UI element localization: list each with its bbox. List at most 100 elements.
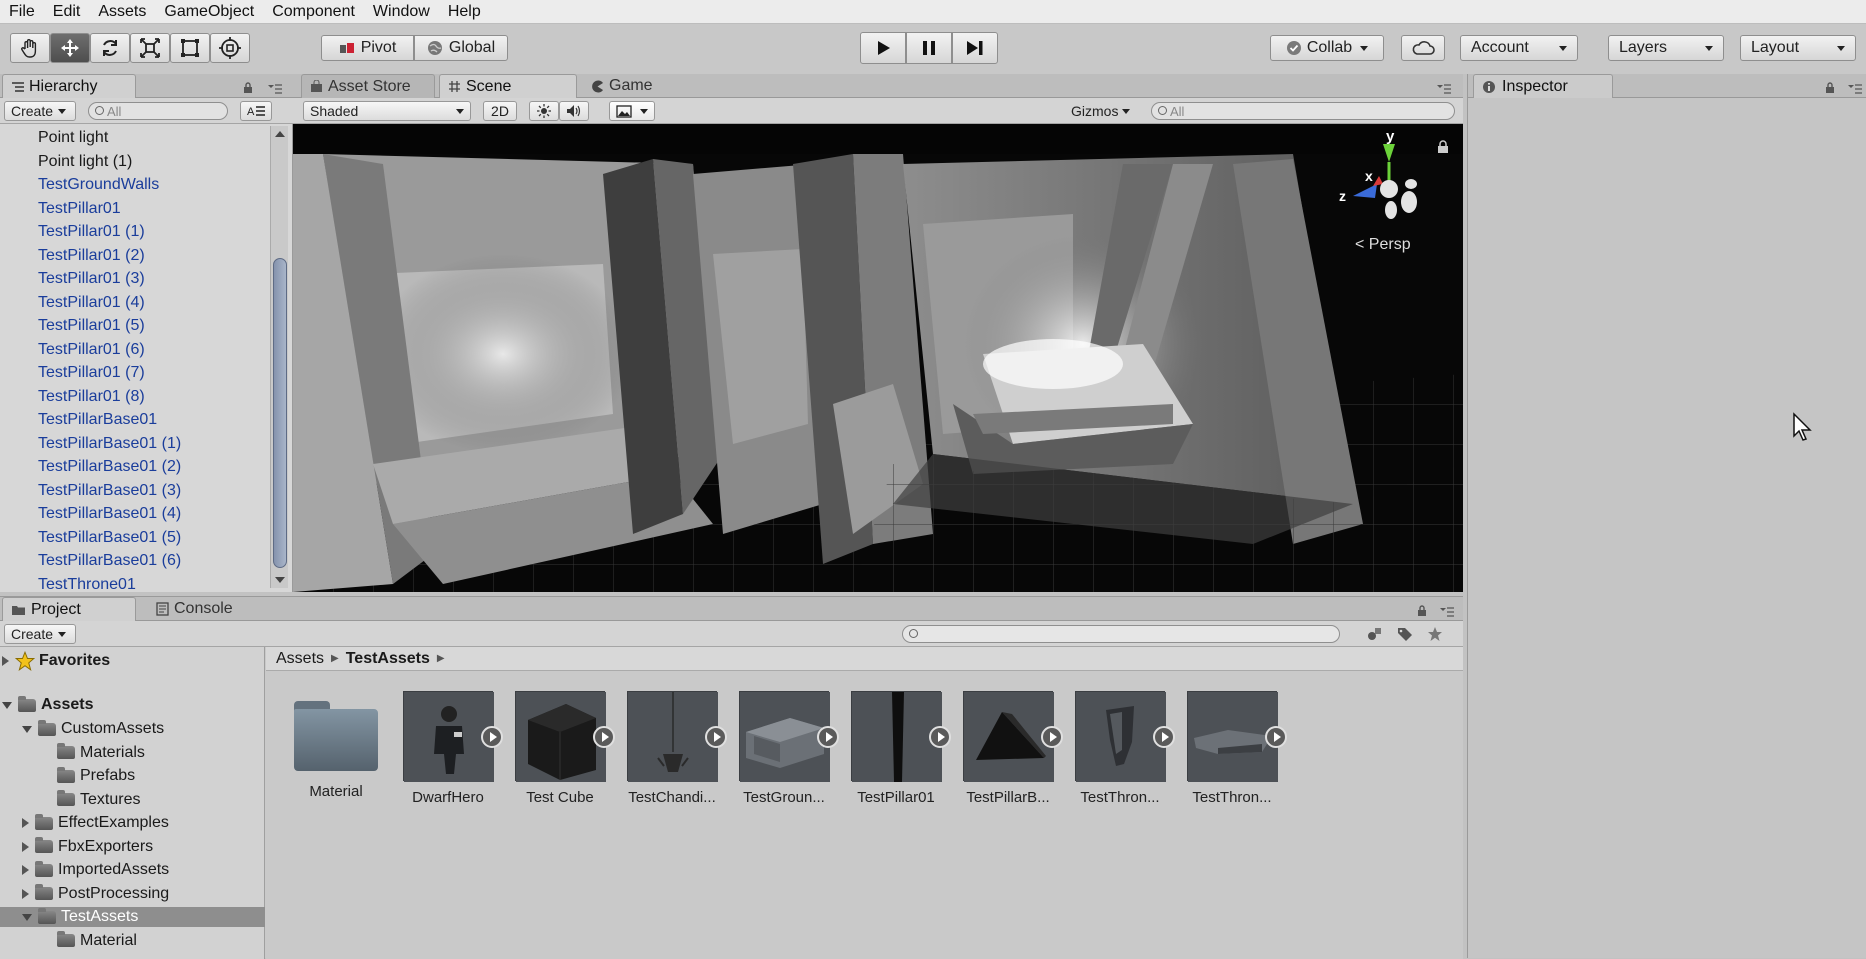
- filter-by-type-button[interactable]: [1360, 624, 1390, 644]
- folder-tree-item[interactable]: PostProcessing: [22, 884, 169, 904]
- hierarchy-item[interactable]: TestPillarBase01 (5): [38, 528, 181, 548]
- lock-icon[interactable]: [1437, 140, 1449, 154]
- tab-inspector[interactable]: Inspector: [1473, 74, 1613, 98]
- global-button[interactable]: Global: [414, 35, 508, 61]
- panel-menu-icon[interactable]: [268, 84, 282, 94]
- move-tool-button[interactable]: [50, 33, 90, 63]
- folder-tree-item[interactable]: Material: [44, 931, 137, 951]
- expand-arrow-icon[interactable]: [22, 818, 29, 828]
- menu-file[interactable]: File: [0, 3, 44, 21]
- panel-menu-icon[interactable]: [1437, 84, 1451, 94]
- expand-arrow-icon[interactable]: [2, 656, 9, 666]
- rect-tool-button[interactable]: [170, 33, 210, 63]
- project-search-input[interactable]: [902, 625, 1340, 643]
- tab-scene[interactable]: Scene: [439, 74, 577, 98]
- transform-tool-button[interactable]: [210, 33, 250, 63]
- asset-item[interactable]: TestPillar01: [846, 691, 951, 806]
- folder-tree-item[interactable]: Prefabs: [44, 766, 135, 786]
- pivot-button[interactable]: Pivot: [321, 35, 414, 61]
- expand-prefab-icon[interactable]: [1265, 726, 1287, 748]
- favorite-star-button[interactable]: [1420, 624, 1450, 644]
- hierarchy-item[interactable]: TestGroundWalls: [38, 175, 159, 195]
- asset-item[interactable]: Material: [286, 691, 386, 800]
- folder-tree-item[interactable]: EffectExamples: [22, 813, 169, 833]
- asset-item[interactable]: TestPillarB...: [958, 691, 1063, 806]
- scroll-up-icon[interactable]: [272, 128, 288, 140]
- play-button[interactable]: [860, 32, 906, 64]
- hierarchy-item[interactable]: TestPillar01 (5): [38, 316, 145, 336]
- hierarchy-item[interactable]: TestPillar01 (3): [38, 269, 145, 289]
- hierarchy-item[interactable]: Point light (1): [38, 152, 132, 172]
- asset-item[interactable]: TestGroun...: [734, 691, 839, 806]
- asset-item[interactable]: TestChandi...: [622, 691, 727, 806]
- favorites-item[interactable]: Favorites: [2, 651, 110, 671]
- menu-help[interactable]: Help: [439, 3, 490, 21]
- asset-item[interactable]: TestThron...: [1182, 691, 1287, 806]
- hierarchy-item[interactable]: TestPillar01 (8): [38, 387, 145, 407]
- cloud-button[interactable]: [1401, 35, 1445, 61]
- expand-prefab-icon[interactable]: [1041, 726, 1063, 748]
- expand-arrow-icon[interactable]: [22, 888, 29, 899]
- folder-tree-item[interactable]: Textures: [44, 790, 140, 810]
- scene-viewport[interactable]: y x z < Persp: [293, 124, 1463, 592]
- expand-arrow-icon[interactable]: [22, 841, 29, 852]
- asset-item[interactable]: DwarfHero: [398, 691, 503, 806]
- lighting-toggle[interactable]: [529, 101, 559, 121]
- tab-asset-store[interactable]: Asset Store: [301, 74, 435, 98]
- expand-prefab-icon[interactable]: [705, 726, 727, 748]
- breadcrumb-testassets[interactable]: TestAssets: [346, 650, 430, 668]
- scene-search-input[interactable]: All: [1151, 102, 1455, 120]
- folder-tree-item[interactable]: CustomAssets: [22, 719, 164, 739]
- hierarchy-item[interactable]: TestPillar01 (6): [38, 340, 145, 360]
- scroll-down-icon[interactable]: [272, 574, 288, 586]
- tab-console[interactable]: Console: [148, 597, 282, 621]
- hierarchy-item[interactable]: TestPillarBase01 (4): [38, 504, 181, 524]
- collapse-arrow-icon[interactable]: [22, 725, 32, 733]
- gizmos-dropdown[interactable]: Gizmos: [1065, 101, 1135, 121]
- step-button[interactable]: [952, 32, 998, 64]
- folder-tree-item[interactable]: FbxExporters: [22, 837, 153, 857]
- hierarchy-search-input[interactable]: All: [88, 102, 228, 120]
- expand-prefab-icon[interactable]: [593, 726, 615, 748]
- menu-assets[interactable]: Assets: [89, 3, 155, 21]
- scrollbar-thumb[interactable]: [273, 258, 287, 568]
- hierarchy-item[interactable]: TestPillarBase01 (6): [38, 551, 181, 571]
- lock-icon[interactable]: [1416, 605, 1428, 617]
- account-dropdown[interactable]: Account: [1460, 35, 1578, 61]
- asset-item[interactable]: TestThron...: [1070, 691, 1175, 806]
- lock-icon[interactable]: [1824, 82, 1836, 94]
- hierarchy-item[interactable]: Point light: [38, 128, 108, 148]
- sort-button[interactable]: A: [240, 101, 272, 121]
- hierarchy-scrollbar[interactable]: [270, 126, 288, 588]
- folder-tree-item[interactable]: Materials: [44, 743, 145, 763]
- hierarchy-item[interactable]: TestThrone01: [38, 575, 136, 593]
- folder-tree-item[interactable]: TestAssets: [0, 907, 265, 927]
- orientation-gizmo[interactable]: y x z < Persp: [1333, 128, 1443, 264]
- menu-component[interactable]: Component: [263, 3, 364, 21]
- expand-arrow-icon[interactable]: [22, 865, 29, 875]
- hierarchy-item[interactable]: TestPillar01 (7): [38, 363, 145, 383]
- expand-prefab-icon[interactable]: [929, 726, 951, 748]
- collapse-arrow-icon[interactable]: [2, 701, 12, 709]
- expand-prefab-icon[interactable]: [817, 726, 839, 748]
- scale-tool-button[interactable]: [130, 33, 170, 63]
- panel-menu-icon[interactable]: [1440, 607, 1454, 617]
- hierarchy-item[interactable]: TestPillar01 (4): [38, 293, 145, 313]
- project-create-button[interactable]: Create: [4, 624, 76, 644]
- expand-prefab-icon[interactable]: [1153, 726, 1175, 748]
- effects-dropdown[interactable]: [609, 101, 655, 121]
- menu-edit[interactable]: Edit: [44, 3, 90, 21]
- filter-by-label-button[interactable]: [1390, 624, 1420, 644]
- hierarchy-item[interactable]: TestPillar01 (2): [38, 246, 145, 266]
- hierarchy-item[interactable]: TestPillarBase01 (3): [38, 481, 181, 501]
- panel-menu-icon[interactable]: [1848, 84, 1862, 94]
- shading-dropdown[interactable]: Shaded: [303, 101, 471, 121]
- audio-toggle[interactable]: [559, 101, 589, 121]
- collab-dropdown[interactable]: Collab: [1270, 35, 1384, 61]
- collapse-arrow-icon[interactable]: [22, 913, 32, 921]
- expand-prefab-icon[interactable]: [481, 726, 503, 748]
- persp-toggle[interactable]: < Persp: [1355, 236, 1411, 254]
- tab-game[interactable]: Game: [583, 74, 717, 98]
- pause-button[interactable]: [906, 32, 952, 64]
- hierarchy-item[interactable]: TestPillarBase01 (2): [38, 457, 181, 477]
